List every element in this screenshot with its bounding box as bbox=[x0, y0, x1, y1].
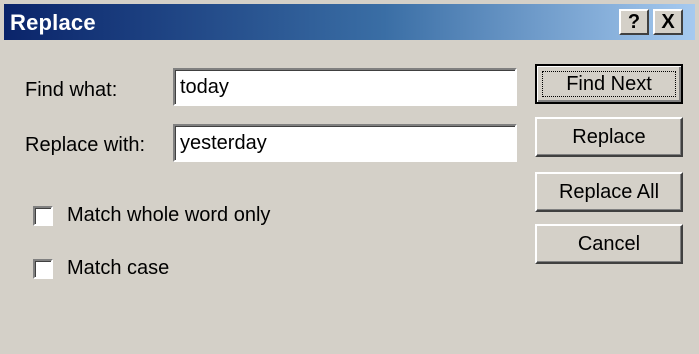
find-what-label: Find what: bbox=[25, 79, 118, 101]
replace-all-label: Replace All bbox=[558, 180, 660, 203]
help-button[interactable]: ? bbox=[619, 9, 649, 35]
replace-dialog: Replace ? X Find what: today Replace wit… bbox=[0, 0, 699, 354]
replace-with-input[interactable]: yesterday bbox=[173, 124, 517, 162]
match-whole-word-label[interactable]: Match whole word only bbox=[67, 204, 270, 227]
match-whole-word-option[interactable]: Match whole word only bbox=[33, 204, 270, 227]
match-whole-word-checkbox[interactable] bbox=[33, 205, 53, 226]
focus-rectangle bbox=[542, 71, 676, 97]
match-case-label[interactable]: Match case bbox=[67, 257, 169, 280]
match-case-checkbox[interactable] bbox=[33, 258, 53, 279]
cancel-label: Cancel bbox=[577, 232, 641, 255]
close-button[interactable]: X bbox=[653, 9, 683, 35]
replace-label: Replace bbox=[572, 125, 646, 148]
dialog-title: Replace bbox=[10, 10, 96, 35]
replace-with-label: Replace with: bbox=[25, 134, 146, 156]
title-bar[interactable]: Replace ? X bbox=[4, 4, 695, 40]
find-what-input[interactable]: today bbox=[173, 68, 517, 106]
cancel-button[interactable]: Cancel bbox=[535, 224, 683, 264]
match-case-option[interactable]: Match case bbox=[33, 257, 169, 280]
replace-all-button[interactable]: Replace All bbox=[535, 172, 683, 212]
find-next-button[interactable]: Find Next bbox=[535, 64, 683, 104]
replace-button[interactable]: Replace bbox=[535, 117, 683, 157]
